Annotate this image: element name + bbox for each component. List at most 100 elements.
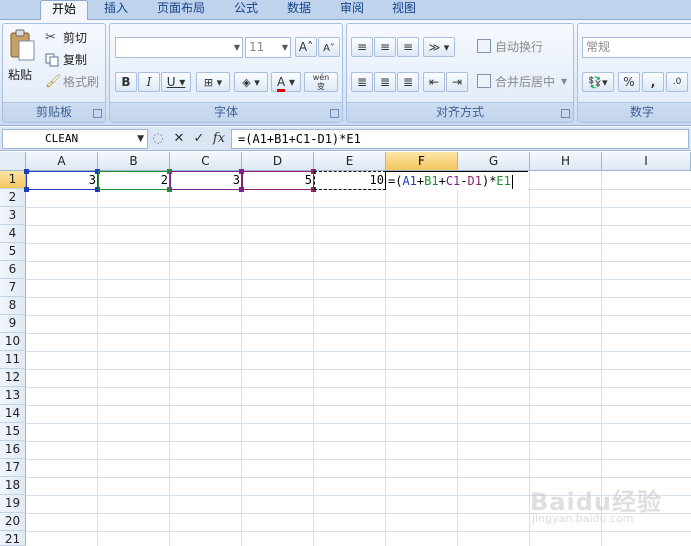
tab-formulas[interactable]: 公式: [226, 0, 266, 20]
reference-handle[interactable]: [311, 187, 316, 192]
tab-data[interactable]: 数据: [279, 0, 319, 20]
expand-circle-icon[interactable]: ◌: [150, 129, 166, 149]
font-color-button[interactable]: A ▾: [271, 72, 301, 92]
font-launcher-icon[interactable]: [330, 109, 339, 118]
reference-handle[interactable]: [167, 169, 172, 174]
row-header-8[interactable]: 8: [0, 297, 26, 315]
column-header-i[interactable]: I: [602, 152, 691, 171]
alignment-group: ≡ ≡ ≡ ≫ ▾ ≣ ≣ ≣ ⇤ ⇥ 自动换行 合并后居中 ▼ 对齐方式: [346, 23, 574, 123]
underline-button[interactable]: U ▾: [161, 72, 191, 92]
row-header-12[interactable]: 12: [0, 369, 26, 387]
tab-view[interactable]: 视图: [384, 0, 424, 20]
row-header-10[interactable]: 10: [0, 333, 26, 351]
borders-button[interactable]: ⊞ ▾: [196, 72, 230, 92]
enter-icon[interactable]: ✓: [190, 129, 208, 149]
row-header-13[interactable]: 13: [0, 387, 26, 405]
row-header-11[interactable]: 11: [0, 351, 26, 369]
reference-handle[interactable]: [311, 169, 316, 174]
column-header-a[interactable]: A: [26, 152, 98, 171]
row-header-18[interactable]: 18: [0, 477, 26, 495]
row-header-7[interactable]: 7: [0, 279, 26, 297]
shrink-font-button[interactable]: A˅: [318, 37, 340, 57]
row-header-1[interactable]: 1: [0, 171, 26, 189]
percent-button[interactable]: %: [618, 72, 640, 92]
column-header-g[interactable]: G: [458, 152, 530, 171]
column-header-e[interactable]: E: [314, 152, 386, 171]
cell-e1[interactable]: 10: [314, 171, 385, 189]
row-header-6[interactable]: 6: [0, 261, 26, 279]
paste-button[interactable]: 粘贴: [6, 27, 38, 93]
row-header-21[interactable]: 21: [0, 531, 26, 546]
align-right-button[interactable]: ≣: [397, 72, 419, 92]
decrease-indent-button[interactable]: ⇤: [423, 72, 445, 92]
grow-font-button[interactable]: A˄: [295, 37, 317, 57]
column-header-d[interactable]: D: [242, 152, 314, 171]
align-left-button[interactable]: ≣: [351, 72, 373, 92]
reference-handle[interactable]: [24, 187, 29, 192]
reference-handle[interactable]: [239, 187, 244, 192]
chevron-down-icon[interactable]: ▼: [137, 130, 144, 148]
comma-button[interactable]: ,: [642, 72, 664, 92]
row-header-20[interactable]: 20: [0, 513, 26, 531]
reference-handle[interactable]: [167, 187, 172, 192]
row-header-3[interactable]: 3: [0, 207, 26, 225]
row-header-4[interactable]: 4: [0, 225, 26, 243]
copy-button[interactable]: 复制: [45, 52, 101, 70]
name-box[interactable]: CLEAN ▼: [2, 129, 148, 149]
column-header-f[interactable]: F: [386, 152, 458, 171]
reference-handle[interactable]: [24, 169, 29, 174]
column-header-c[interactable]: C: [170, 152, 242, 171]
increase-decimal-button[interactable]: .0: [666, 72, 688, 92]
orientation-button[interactable]: ≫ ▾: [423, 37, 455, 57]
borders-icon: ⊞ ▾: [203, 76, 223, 89]
align-bottom-button[interactable]: ≡: [397, 37, 419, 57]
column-header-b[interactable]: B: [98, 152, 170, 171]
merge-center-button[interactable]: 合并后居中 ▼: [477, 74, 573, 92]
format-painter-button[interactable]: 🖌 格式刷: [45, 74, 105, 92]
cell-b1[interactable]: 2: [98, 171, 169, 189]
fill-color-button[interactable]: ◈ ▾: [234, 72, 268, 92]
cell-f1-editor[interactable]: =(A1+B1+C1-D1)*E1: [385, 171, 528, 190]
paste-label: 粘贴: [8, 68, 33, 82]
column-header-h[interactable]: H: [530, 152, 602, 171]
tab-review[interactable]: 审阅: [332, 0, 372, 20]
gridline: [26, 351, 691, 352]
fx-icon[interactable]: fx: [210, 129, 228, 149]
cell-a1[interactable]: 3: [26, 171, 97, 189]
gridline: [26, 387, 691, 388]
cell-d1[interactable]: 5: [242, 171, 313, 189]
row-header-16[interactable]: 16: [0, 441, 26, 459]
number-format-select[interactable]: 常规: [582, 37, 691, 58]
cut-button[interactable]: ✂ 剪切: [45, 30, 101, 48]
cancel-icon[interactable]: ✕: [170, 129, 188, 149]
formula-input[interactable]: =(A1+B1+C1-D1)*E1: [231, 129, 689, 149]
row-header-17[interactable]: 17: [0, 459, 26, 477]
phonetic-button[interactable]: wén 变: [304, 72, 338, 92]
row-header-14[interactable]: 14: [0, 405, 26, 423]
clipboard-launcher-icon[interactable]: [93, 109, 102, 118]
increase-indent-button[interactable]: ⇥: [446, 72, 468, 92]
font-name-select[interactable]: ▼: [115, 37, 243, 58]
tab-home[interactable]: 开始: [40, 0, 88, 21]
bold-button[interactable]: B: [115, 72, 137, 92]
currency-button[interactable]: 💱▾: [582, 72, 614, 92]
wrap-text-button[interactable]: 自动换行: [477, 39, 569, 57]
row-header-5[interactable]: 5: [0, 243, 26, 261]
reference-handle[interactable]: [95, 187, 100, 192]
row-header-2[interactable]: 2: [0, 189, 26, 207]
row-header-15[interactable]: 15: [0, 423, 26, 441]
reference-handle[interactable]: [95, 169, 100, 174]
reference-handle[interactable]: [239, 169, 244, 174]
tab-page-layout[interactable]: 页面布局: [148, 0, 214, 20]
italic-button[interactable]: I: [138, 72, 160, 92]
align-center-button[interactable]: ≣: [374, 72, 396, 92]
tab-insert[interactable]: 插入: [96, 0, 136, 20]
align-middle-button[interactable]: ≡: [374, 37, 396, 57]
align-top-button[interactable]: ≡: [351, 37, 373, 57]
font-size-select[interactable]: 11 ▼: [245, 37, 291, 58]
select-all-corner[interactable]: [0, 152, 26, 171]
row-header-9[interactable]: 9: [0, 315, 26, 333]
cell-c1[interactable]: 3: [170, 171, 241, 189]
alignment-launcher-icon[interactable]: [561, 109, 570, 118]
row-header-19[interactable]: 19: [0, 495, 26, 513]
